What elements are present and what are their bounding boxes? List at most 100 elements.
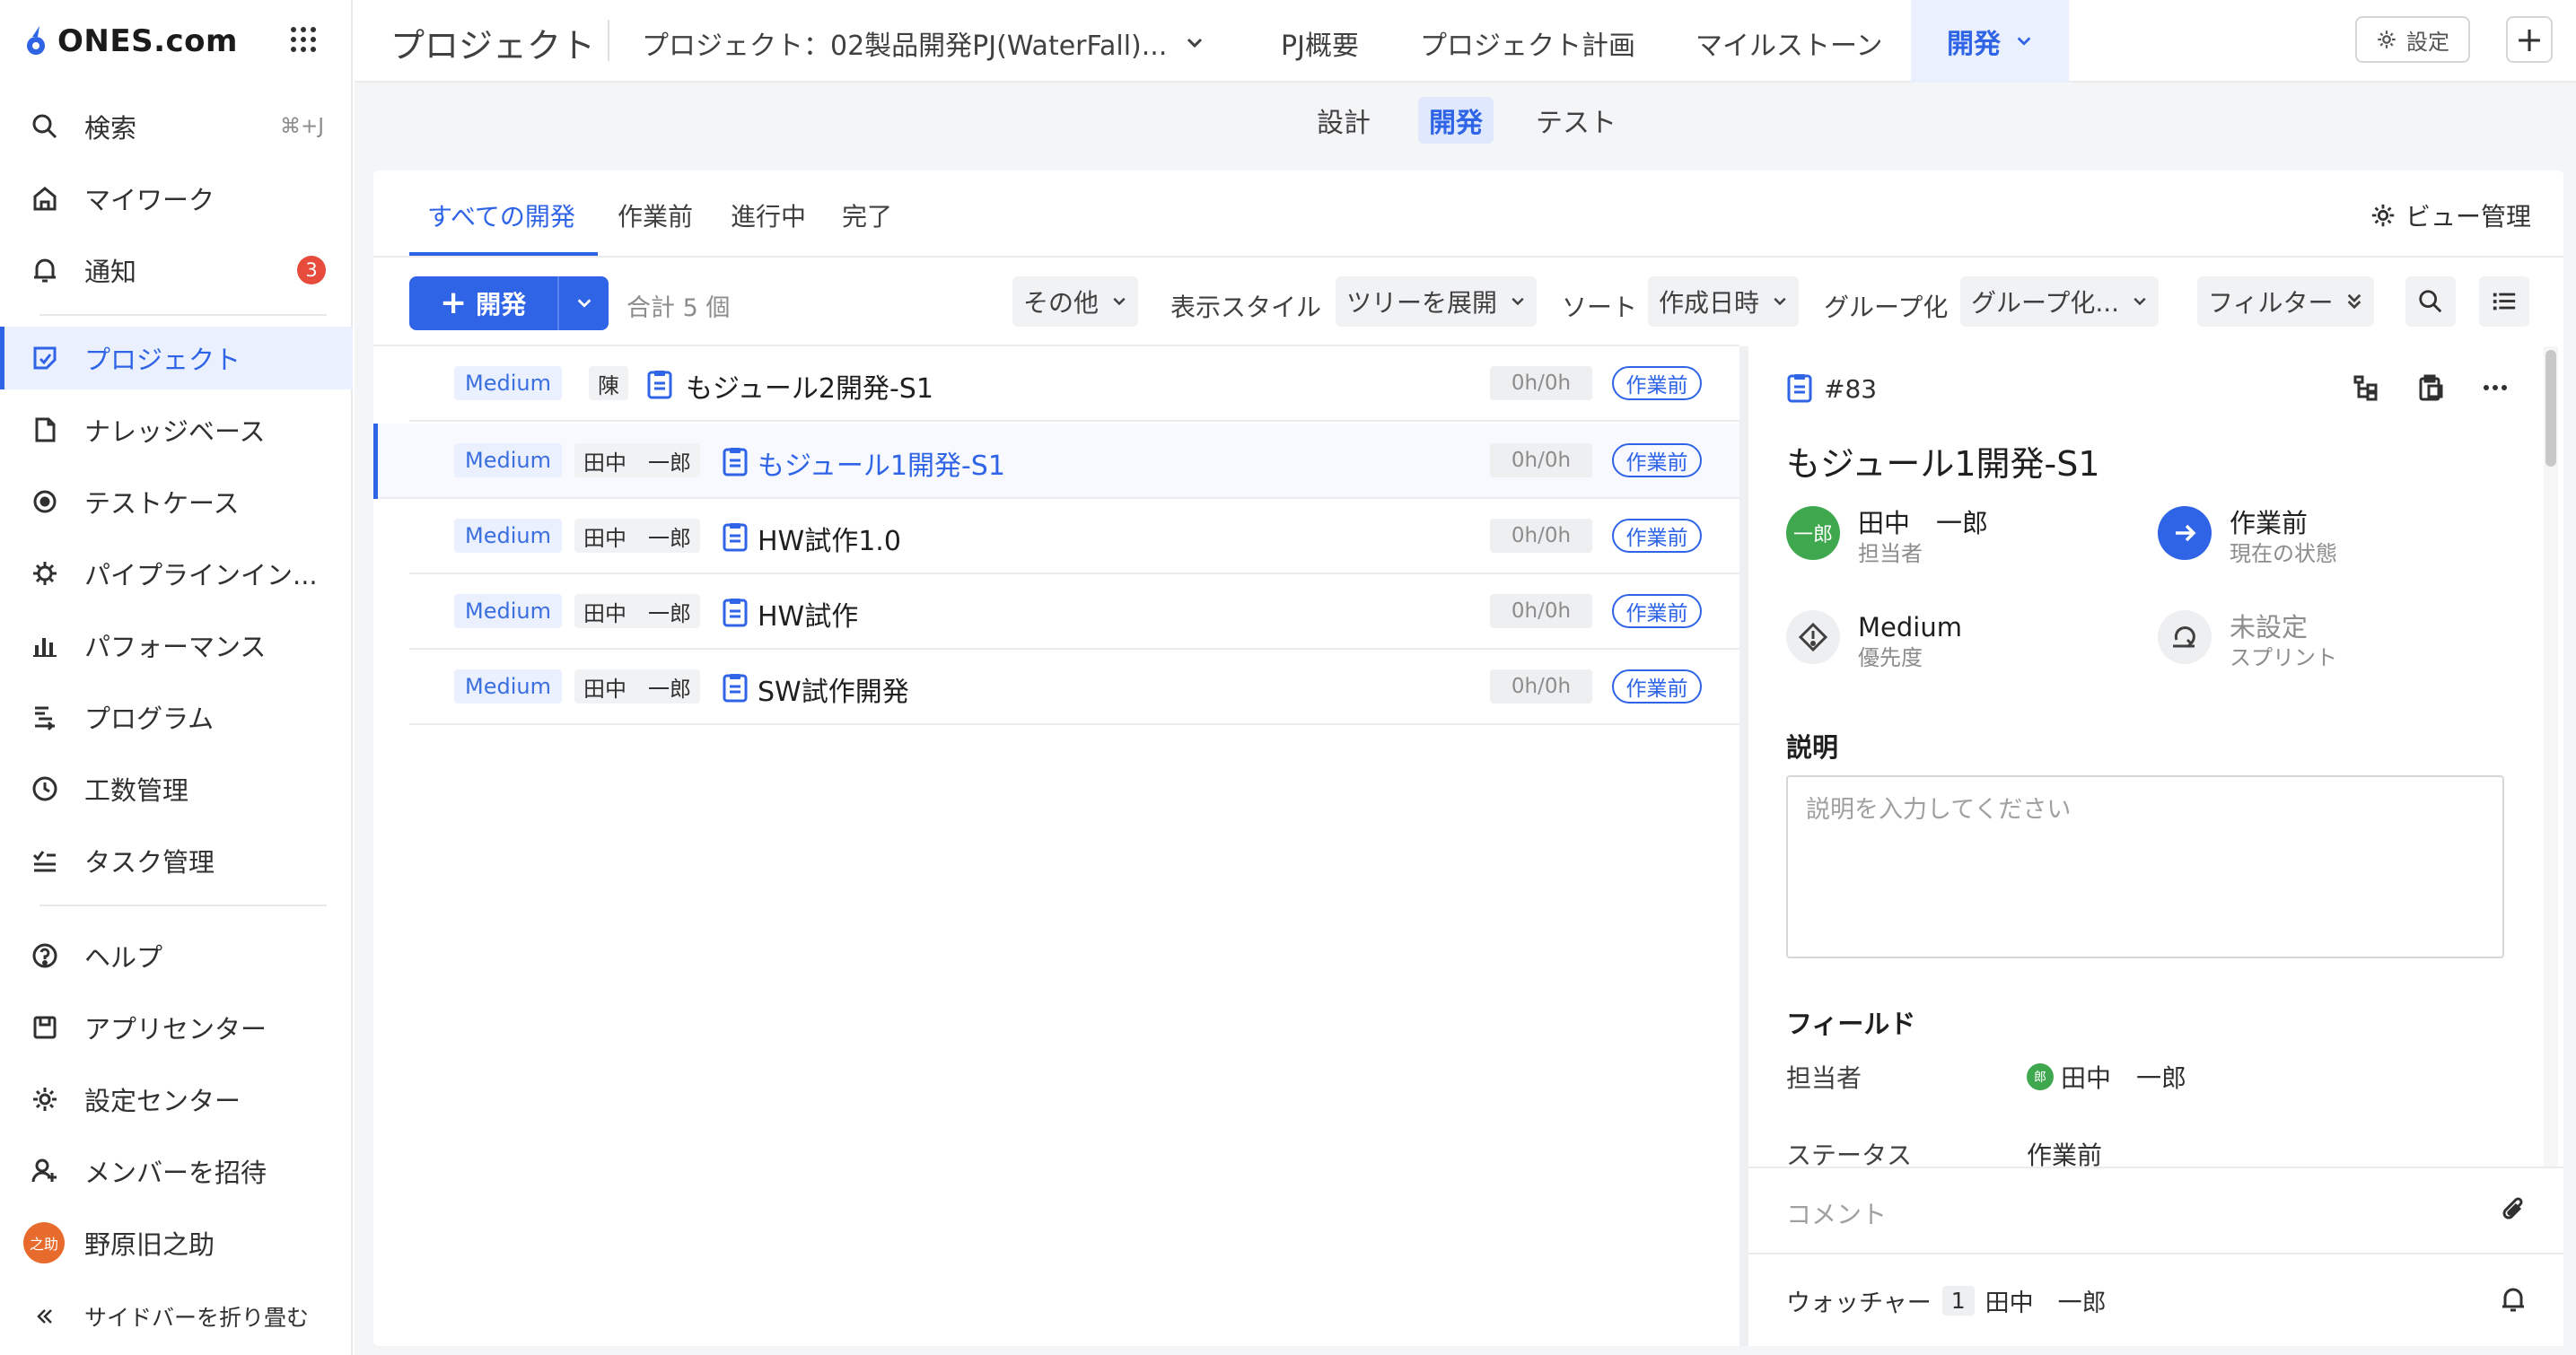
- subtab-test[interactable]: テスト: [1525, 97, 1627, 144]
- subtab-development[interactable]: 開発: [1418, 97, 1494, 144]
- sidebar-item-label: パフォーマンス: [84, 632, 267, 662]
- task-title[interactable]: HW試作1.0: [758, 519, 901, 558]
- add-button[interactable]: +: [2506, 16, 2553, 63]
- sidebar-item-testcase[interactable]: テストケース: [0, 470, 353, 533]
- list-view-button[interactable]: [2479, 276, 2529, 327]
- sidebar-item-program[interactable]: プログラム: [0, 686, 353, 748]
- sidebar-item-task[interactable]: タスク管理: [0, 829, 353, 892]
- status-badge[interactable]: 作業前: [1612, 443, 1702, 477]
- sidebar-collapse-button[interactable]: サイドバーを折り畳む: [0, 1285, 353, 1348]
- filter-button[interactable]: フィルター: [2197, 276, 2375, 327]
- sprint-icon: [2158, 610, 2212, 664]
- task-title[interactable]: もジュール2開発-S1: [686, 366, 933, 406]
- status-badge[interactable]: 作業前: [1612, 594, 1702, 628]
- project-selector[interactable]: プロジェクト：02製品開発PJ(WaterFall)...: [642, 23, 1205, 63]
- view-tab-todo[interactable]: 作業前: [618, 197, 693, 233]
- task-title[interactable]: HW試作: [758, 594, 858, 634]
- status-badge[interactable]: 作業前: [1612, 366, 1702, 400]
- sidebar-item-label: 野原旧之助: [84, 1229, 215, 1260]
- new-dev-main[interactable]: + 開発: [409, 285, 557, 321]
- more-icon[interactable]: [2481, 373, 2510, 402]
- sort-select[interactable]: 作成日時: [1648, 276, 1800, 327]
- sidebar-item-label: メンバーを招待: [84, 1158, 267, 1188]
- status-badge[interactable]: 作業前: [1612, 519, 1702, 553]
- view-tab-done[interactable]: 完了: [842, 197, 892, 233]
- chevron-down-icon: [577, 299, 591, 308]
- assignee-avatar: 一郎: [1786, 506, 1840, 560]
- sidebar-item-knowledge[interactable]: ナレッジベース: [0, 398, 353, 461]
- sidebar-item-search[interactable]: 検索 ⌘+J: [0, 95, 353, 158]
- sidebar-item-project[interactable]: プロジェクト: [0, 327, 353, 389]
- task-doc-icon: [723, 523, 748, 552]
- new-dev-dropdown[interactable]: [559, 294, 609, 312]
- pane-splitter[interactable]: [1739, 346, 1748, 1346]
- group-value: グループ化...: [1971, 288, 2120, 318]
- settings-button[interactable]: 設定: [2355, 16, 2470, 63]
- sidebar-item-help[interactable]: ヘルプ: [0, 924, 353, 987]
- sidebar-item-user[interactable]: 之助 野原旧之助: [0, 1211, 353, 1274]
- state-field[interactable]: 作業前 現在の状態: [2158, 506, 2337, 567]
- sidebar-item-settings[interactable]: 設定センター: [0, 1068, 353, 1131]
- table-row-selected[interactable]: Medium 田中 一郎 もジュール1開発-S1 0h/0h 作業前: [373, 424, 1739, 499]
- status-badge[interactable]: 作業前: [1612, 669, 1702, 704]
- hierarchy-icon[interactable]: [2352, 373, 2380, 402]
- sidebar-item-performance[interactable]: パフォーマンス: [0, 614, 353, 677]
- apps-grid-icon[interactable]: [289, 25, 318, 54]
- priority-tag: Medium: [454, 594, 562, 628]
- sidebar-item-mywork[interactable]: マイワーク: [0, 167, 353, 230]
- view-tab-all[interactable]: すべての開発: [427, 197, 575, 233]
- search-shortcut: ⌘+J: [279, 115, 324, 138]
- tab-development[interactable]: 開発: [1911, 0, 2069, 83]
- tab-milestone[interactable]: マイルストーン: [1695, 23, 1883, 63]
- new-dev-button[interactable]: + 開発: [409, 276, 609, 330]
- table-row[interactable]: Medium 陳 もジュール2開発-S1 0h/0h 作業前: [409, 346, 1739, 422]
- arrow-right-icon: [2158, 506, 2212, 560]
- detail-scrollbar-thumb[interactable]: [2545, 350, 2556, 467]
- sidebar-item-timesheet[interactable]: 工数管理: [0, 757, 353, 820]
- sidebar-item-invite[interactable]: メンバーを招待: [0, 1140, 353, 1202]
- display-style-select[interactable]: ツリーを展開: [1336, 276, 1538, 327]
- sidebar-item-appcenter[interactable]: アプリセンター: [0, 996, 353, 1059]
- field-value-assignee[interactable]: 郎 田中 一郎: [2027, 1059, 2186, 1095]
- task-title[interactable]: もジュール1開発-S1: [758, 443, 1005, 483]
- comment-bar: コメント: [1748, 1167, 2563, 1253]
- assignee-field[interactable]: 一郎 田中 一郎 担当者: [1786, 506, 1988, 567]
- watcher-info[interactable]: ウォッチャー 1 田中 一郎: [1786, 1283, 2107, 1318]
- sprint-field[interactable]: 未設定 スプリント: [2158, 610, 2337, 671]
- fields-heading: フィールド: [1786, 1009, 1916, 1039]
- assignee-label: 担当者: [1858, 541, 1923, 566]
- assignee-tag: 田中 一郎: [574, 669, 700, 704]
- sidebar-item-label: 検索: [84, 113, 137, 144]
- other-dropdown[interactable]: その他: [1012, 276, 1139, 327]
- issue-id[interactable]: #83: [1786, 373, 1877, 404]
- search-icon: [2419, 290, 2442, 313]
- task-title[interactable]: SW試作開発: [758, 669, 909, 709]
- description-input[interactable]: 説明を入力してください: [1786, 775, 2504, 958]
- issue-title[interactable]: もジュール1開発-S1: [1786, 436, 2100, 485]
- view-tab-inprogress[interactable]: 進行中: [731, 197, 806, 233]
- sidebar-item-notifications[interactable]: 通知 3: [0, 239, 353, 302]
- priority-icon: [1786, 610, 1840, 664]
- sidebar-item-pipeline[interactable]: パイプラインイン...: [0, 542, 353, 605]
- subtab-design[interactable]: 設計: [1306, 97, 1381, 144]
- search-button[interactable]: [2405, 276, 2456, 327]
- search-icon: [29, 110, 61, 143]
- table-row[interactable]: Medium 田中 一郎 SW試作開発 0h/0h 作業前: [409, 650, 1739, 725]
- comment-input[interactable]: コメント: [1786, 1195, 1887, 1231]
- issue-id-text: #83: [1824, 373, 1878, 404]
- assignee-tag: 田中 一郎: [574, 443, 700, 477]
- other-label: その他: [1023, 288, 1100, 318]
- copy-icon[interactable]: [2416, 373, 2445, 402]
- sidebar-item-label: 設定センター: [84, 1086, 241, 1116]
- tab-pj-overview[interactable]: PJ概要: [1281, 23, 1359, 63]
- priority-field[interactable]: Medium 優先度: [1786, 610, 1962, 671]
- ones-logo[interactable]: ONES.com: [23, 23, 238, 59]
- table-row[interactable]: Medium 田中 一郎 HW試作 0h/0h 作業前: [409, 574, 1739, 650]
- bell-icon[interactable]: [2499, 1285, 2528, 1314]
- tab-project-plan[interactable]: プロジェクト計画: [1420, 23, 1635, 63]
- table-row[interactable]: Medium 田中 一郎 HW試作1.0 0h/0h 作業前: [409, 499, 1739, 574]
- attachment-icon[interactable]: [2501, 1195, 2528, 1226]
- view-manage-button[interactable]: ビュー管理: [2370, 197, 2531, 233]
- group-select[interactable]: グループ化...: [1960, 276, 2160, 327]
- display-style-value: ツリーを展開: [1346, 288, 1498, 318]
